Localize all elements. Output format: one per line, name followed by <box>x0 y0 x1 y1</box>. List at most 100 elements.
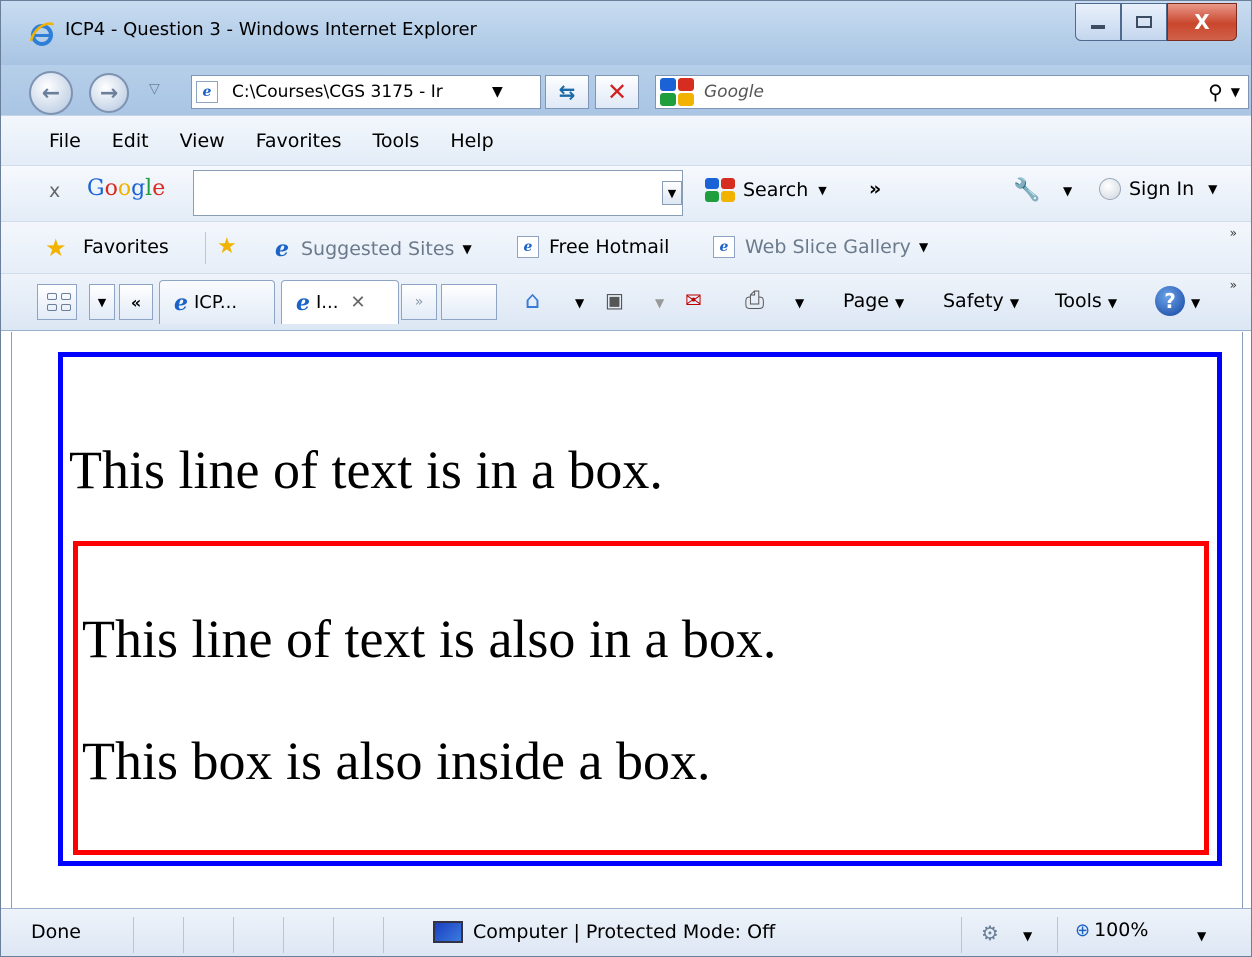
address-input[interactable]: C:\Courses\CGS 3175 - Ir <box>232 82 482 102</box>
divider <box>133 917 134 953</box>
favorites-star-icon[interactable]: ★ <box>45 234 67 262</box>
google-icon <box>705 178 735 202</box>
wrench-icon[interactable]: 🔧 <box>1013 178 1040 203</box>
favorites-button[interactable]: Favorites <box>83 236 169 258</box>
google-search-input[interactable]: ▼ <box>193 170 683 216</box>
menu-tools[interactable]: Tools <box>373 130 420 152</box>
zoom-button[interactable]: ⊕ 100% <box>1075 919 1148 941</box>
chevron-down-icon: ▼ <box>1107 296 1118 310</box>
menu-file[interactable]: File <box>49 130 81 152</box>
close-toolbar-icon[interactable]: x <box>49 180 60 202</box>
refresh-icon: ⇆ <box>558 80 576 104</box>
protected-mode-icon[interactable]: ⚙ <box>981 921 999 945</box>
maximize-button[interactable] <box>1121 3 1167 41</box>
add-to-favorites-icon[interactable]: ★ <box>217 234 237 259</box>
tab-scroll-right-button[interactable]: » <box>401 284 437 320</box>
forward-button[interactable]: → <box>89 73 129 113</box>
menu-favorites[interactable]: Favorites <box>256 130 342 152</box>
security-zone[interactable]: Computer | Protected Mode: Off <box>433 921 775 943</box>
divider <box>233 917 234 953</box>
google-search-label: Search <box>743 179 809 201</box>
search-input[interactable]: Google <box>704 82 1208 102</box>
search-icon[interactable]: ⚲ <box>1208 80 1223 104</box>
command-overflow-icon[interactable]: » <box>1230 278 1237 292</box>
tab-list-button[interactable]: ▼ <box>89 284 115 320</box>
status-bar: Done Computer | Protected Mode: Off ⚙ ▼ … <box>1 908 1251 956</box>
zoom-level: 100% <box>1094 919 1149 941</box>
user-icon <box>1099 178 1121 200</box>
menu-bar: File Edit View Favorites Tools Help <box>1 115 1251 165</box>
favorites-item-free-hotmail[interactable]: e Free Hotmail <box>517 236 669 258</box>
mail-icon[interactable]: ✉ <box>685 288 702 312</box>
inner-box-text-2: This box is also inside a box. <box>82 731 711 791</box>
menu-edit[interactable]: Edit <box>112 130 149 152</box>
chevron-down-icon[interactable]: ▼ <box>575 296 584 310</box>
back-arrow-icon: ← <box>41 80 61 106</box>
chevron-down-icon: ▼ <box>462 242 472 256</box>
new-tab-button[interactable] <box>441 284 497 320</box>
help-icon[interactable]: ? <box>1155 286 1185 316</box>
stop-button[interactable]: ✕ <box>595 75 639 109</box>
page-content: This line of text is in a box. This line… <box>11 332 1243 908</box>
favorites-item-label: Web Slice Gallery <box>745 236 911 258</box>
tab-label: ICP... <box>194 292 238 313</box>
tab-icp[interactable]: e ICP... <box>159 280 275 324</box>
zoom-dropdown-icon[interactable]: ▼ <box>1197 929 1206 943</box>
sign-in-label: Sign In <box>1129 178 1195 200</box>
ie-logo-icon <box>29 22 55 46</box>
favorites-item-web-slice-gallery[interactable]: e Web Slice Gallery ▼ <box>713 236 928 258</box>
close-button[interactable]: X <box>1167 3 1237 41</box>
sign-in-button[interactable]: Sign In ▼ <box>1099 178 1217 200</box>
page-icon: e <box>713 236 735 258</box>
refresh-button[interactable]: ⇆ <box>545 75 589 109</box>
minimize-button[interactable] <box>1075 3 1121 41</box>
page-menu-label: Page <box>843 290 889 312</box>
favorites-bar: ★ Favorites ★ e Suggested Sites ▼ e Free… <box>1 221 1251 273</box>
tab-active[interactable]: e I... ✕ <box>281 280 399 324</box>
google-search-dropdown-icon[interactable]: ▼ <box>662 181 682 205</box>
tab-bar: ▼ « e ICP... e I... ✕ » ⌂ ▼ ▣ ▼ ✉ ⎙ ▼ Pa… <box>1 273 1251 331</box>
chevron-down-icon[interactable]: ▼ <box>1191 296 1200 310</box>
quick-tabs-icon[interactable] <box>37 284 77 320</box>
divider <box>283 917 284 953</box>
menu-help[interactable]: Help <box>450 130 493 152</box>
print-icon[interactable]: ⎙ <box>745 286 764 314</box>
back-button[interactable]: ← <box>29 71 73 115</box>
chevron-down-icon[interactable]: ▼ <box>795 296 804 310</box>
page-menu[interactable]: Page ▼ <box>843 290 904 312</box>
search-box[interactable]: Google ⚲ ▼ <box>655 75 1249 109</box>
chevron-down-icon: ▼ <box>1009 296 1020 310</box>
computer-icon <box>433 921 463 943</box>
google-icon <box>660 78 694 106</box>
favorites-item-suggested-sites[interactable]: e Suggested Sites ▼ <box>269 236 472 262</box>
google-search-button[interactable]: Search ▼ <box>701 178 827 202</box>
close-tab-icon[interactable]: ✕ <box>350 292 365 313</box>
menu-view[interactable]: View <box>180 130 225 152</box>
recent-pages-dropdown[interactable]: ▽ <box>149 81 160 97</box>
favorites-overflow-icon[interactable]: » <box>1230 226 1237 240</box>
security-zone-label: Computer | Protected Mode: Off <box>473 921 776 943</box>
divider <box>961 917 962 953</box>
window-controls: X <box>1075 3 1237 43</box>
ie-icon: e <box>174 289 188 316</box>
address-dropdown-icon[interactable]: ▼ <box>492 84 503 100</box>
home-icon[interactable]: ⌂ <box>525 286 540 314</box>
chevron-down-icon[interactable]: ▼ <box>1023 929 1032 943</box>
tools-menu[interactable]: Tools ▼ <box>1055 290 1117 312</box>
navigation-bar: ← → ▽ e C:\Courses\CGS 3175 - Ir ▼ ⇆ ✕ G… <box>1 65 1251 115</box>
chevron-down-icon: ▼ <box>818 183 827 197</box>
zoom-icon: ⊕ <box>1075 919 1091 941</box>
feeds-icon[interactable]: ▣ <box>605 288 624 312</box>
ie-icon: e <box>296 289 310 316</box>
chevron-down-icon[interactable]: ▼ <box>1063 184 1072 198</box>
chevron-down-icon[interactable]: ▼ <box>655 296 664 310</box>
address-bar[interactable]: e C:\Courses\CGS 3175 - Ir ▼ <box>191 75 541 109</box>
outer-box-text: This line of text is in a box. <box>69 440 663 500</box>
tab-scroll-left-button[interactable]: « <box>119 284 153 320</box>
page-icon: e <box>196 81 218 103</box>
close-icon: X <box>1194 10 1210 34</box>
safety-menu[interactable]: Safety ▼ <box>943 290 1019 312</box>
toolbar-overflow-button[interactable]: » <box>869 178 881 200</box>
window-title: ICP4 - Question 3 - Windows Internet Exp… <box>65 19 477 40</box>
search-dropdown-icon[interactable]: ▼ <box>1231 85 1240 99</box>
